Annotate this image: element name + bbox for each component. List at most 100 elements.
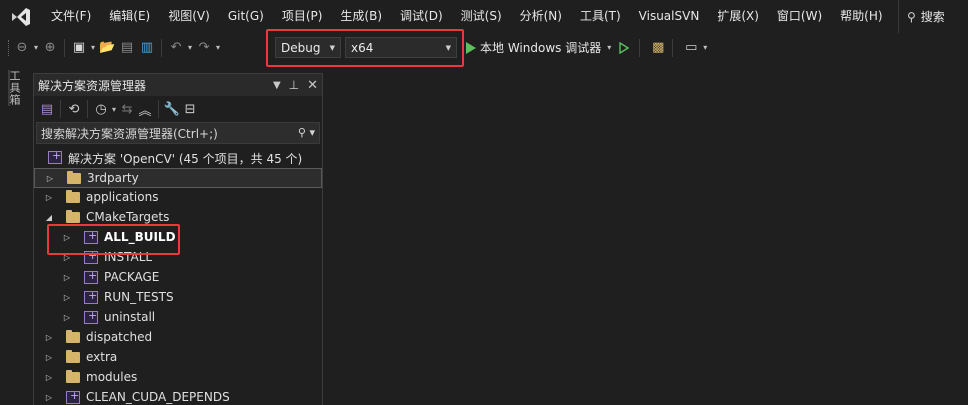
start-without-debugging-button[interactable] xyxy=(619,41,630,54)
configuration-highlight-box xyxy=(266,29,464,67)
tree-node-label: PACKAGE xyxy=(104,270,160,284)
expand-arrow-icon[interactable]: ▷ xyxy=(62,273,72,283)
toolbar-separator xyxy=(158,100,160,118)
redo-icon[interactable]: ↷ xyxy=(194,38,214,58)
undo-dropdown-icon[interactable]: ▾ xyxy=(188,43,192,52)
tree-node[interactable]: ▷ CLEAN_CUDA_DEPENDS xyxy=(34,388,322,405)
expand-arrow-icon[interactable]: ▷ xyxy=(62,293,72,303)
tree-node-label: dispatched xyxy=(86,330,153,344)
window-position-dropdown-icon[interactable]: ▼ xyxy=(273,80,281,91)
save-icon[interactable]: ▤ xyxy=(117,38,137,58)
tree-node[interactable]: ▷ dispatched xyxy=(34,328,322,348)
menu-item[interactable]: 扩展(X) xyxy=(708,0,768,33)
expand-arrow-icon[interactable]: ▷ xyxy=(62,313,72,323)
visual-studio-logo-icon[interactable] xyxy=(4,0,38,33)
search-placeholder: 搜索解决方案资源管理器(Ctrl+;) xyxy=(41,126,218,141)
solution-tree: 解决方案 'OpenCV' (45 个项目，共 45 个) ▷3rdparty▷… xyxy=(34,144,322,405)
tree-node[interactable]: ▷ RUN_TESTS xyxy=(34,288,322,308)
start-debugging-button[interactable]: 本地 Windows 调试器 xyxy=(466,39,601,56)
expand-arrow-icon[interactable]: ▷ xyxy=(45,174,55,184)
menu-item[interactable]: 帮助(H) xyxy=(831,0,891,33)
close-icon[interactable]: ✕ xyxy=(307,78,318,93)
search-button[interactable]: ⚲ 搜索 xyxy=(898,0,968,33)
folder-icon xyxy=(66,210,80,223)
expand-arrow-icon[interactable]: ▷ xyxy=(44,193,54,203)
search-icon[interactable]: ⚲ ▾ xyxy=(298,126,315,139)
solution-explorer-toolbar: ▤ ⟲ ◷ ▾ ⇆ ︽ 🔧 ⊟ xyxy=(34,96,322,122)
toolbar-separator xyxy=(87,100,88,118)
tree-node[interactable]: ▷ applications xyxy=(34,188,322,208)
folder-icon xyxy=(66,370,80,383)
properties-icon[interactable]: 🔧 xyxy=(163,99,181,119)
solution-icon xyxy=(48,149,62,164)
history-dropdown-icon[interactable]: ▾ xyxy=(112,105,116,114)
toolbar-separator xyxy=(64,38,66,57)
expand-arrow-icon[interactable]: ▷ xyxy=(44,353,54,363)
window-layout-icon[interactable]: ▭ xyxy=(681,38,701,58)
switch-views-icon[interactable]: ▤ xyxy=(38,99,56,119)
expand-arrow-icon[interactable]: ▷ xyxy=(44,393,54,403)
folder-icon xyxy=(66,350,80,363)
menu-item[interactable]: 编辑(E) xyxy=(100,0,159,33)
search-label: 搜索 xyxy=(920,10,945,24)
search-icon: ⚲ xyxy=(907,9,916,24)
expand-arrow-icon[interactable]: ▷ xyxy=(44,333,54,343)
left-tool-strip: 工具箱 xyxy=(0,62,28,405)
folder-icon xyxy=(67,171,81,184)
solution-search-input[interactable]: 搜索解决方案资源管理器(Ctrl+;) ⚲ ▾ xyxy=(36,122,320,144)
expand-arrow-icon[interactable]: ▷ xyxy=(44,373,54,383)
navigate-forward-icon[interactable]: ⊕ xyxy=(40,38,60,58)
new-project-dropdown-icon[interactable]: ▾ xyxy=(91,43,95,52)
new-project-icon[interactable]: ▣ xyxy=(69,38,89,58)
menu-item[interactable]: VisualSVN xyxy=(630,0,709,33)
run-target-dropdown-icon[interactable]: ▾ xyxy=(607,43,611,52)
debug-run-group: 本地 Windows 调试器 ▾ ▩ ▭ ▾ xyxy=(466,33,709,62)
tree-node[interactable]: ▷ PACKAGE xyxy=(34,268,322,288)
play-icon xyxy=(466,41,476,54)
sync-with-active-document-icon[interactable]: ⇆ xyxy=(118,99,136,119)
toolbar-separator xyxy=(672,38,674,57)
menu-bar: 文件(F) 编辑(E) 视图(V) Git(G) 项目(P) 生成(B) 调试(D) 测试(S… xyxy=(0,0,968,33)
pending-changes-filter-icon[interactable]: ⟲ xyxy=(65,99,83,119)
menu-item[interactable]: 分析(N) xyxy=(511,0,571,33)
solution-root-node[interactable]: 解决方案 'OpenCV' (45 个项目，共 45 个) xyxy=(34,148,322,168)
redo-dropdown-icon[interactable]: ▾ xyxy=(216,43,220,52)
pin-icon[interactable]: ⊥ xyxy=(289,78,299,92)
panel-title-bar: 解决方案资源管理器 ▼ ⊥ ✕ xyxy=(34,74,322,96)
tree-node[interactable]: ▷ uninstall xyxy=(34,308,322,328)
folder-icon xyxy=(66,330,80,343)
solution-label: 解决方案 'OpenCV' (45 个项目，共 45 个) xyxy=(68,152,303,166)
tree-node-label: modules xyxy=(86,370,138,384)
tree-node[interactable]: ▷ 3rdparty xyxy=(34,168,322,188)
tree-node[interactable]: ▷ modules xyxy=(34,368,322,388)
all-build-highlight-box xyxy=(47,224,180,255)
menu-item[interactable]: Git(G) xyxy=(219,0,273,33)
collapse-arrow-icon[interactable]: ◢ xyxy=(44,213,54,223)
save-all-icon[interactable]: ▥ xyxy=(137,38,157,58)
browse-folder-icon[interactable]: ▩ xyxy=(648,38,668,58)
toolbar-separator xyxy=(60,100,61,118)
back-dropdown-icon[interactable]: ▾ xyxy=(34,43,38,52)
history-icon[interactable]: ◷ xyxy=(92,99,110,119)
tree-node-label: extra xyxy=(86,350,118,364)
project-icon xyxy=(84,289,98,304)
open-file-icon[interactable]: 📂 xyxy=(97,38,117,58)
tree-node-label: CLEAN_CUDA_DEPENDS xyxy=(86,390,230,404)
tree-node-label: uninstall xyxy=(104,310,156,324)
toolbox-tab[interactable]: 工具箱 xyxy=(8,70,22,106)
run-target-label: 本地 Windows 调试器 xyxy=(480,41,602,55)
undo-icon[interactable]: ↶ xyxy=(166,38,186,58)
menu-item[interactable]: 工具(T) xyxy=(571,0,630,33)
menu-item[interactable]: 文件(F) xyxy=(42,0,100,33)
navigate-back-icon[interactable]: ⊖ xyxy=(12,38,32,58)
tree-node-label: CMakeTargets xyxy=(86,210,170,224)
folder-icon xyxy=(66,190,80,203)
play-outline-icon xyxy=(619,41,630,54)
menu-items: 文件(F) 编辑(E) 视图(V) Git(G) 项目(P) 生成(B) 调试(D) 测试(S… xyxy=(42,0,892,33)
preview-selected-items-icon[interactable]: ⊟ xyxy=(181,99,199,119)
menu-item[interactable]: 视图(V) xyxy=(159,0,219,33)
toolbar-overflow-icon[interactable]: ▾ xyxy=(703,43,707,52)
collapse-all-icon[interactable]: ︽ xyxy=(136,99,154,119)
menu-item[interactable]: 窗口(W) xyxy=(768,0,831,33)
tree-node[interactable]: ▷ extra xyxy=(34,348,322,368)
